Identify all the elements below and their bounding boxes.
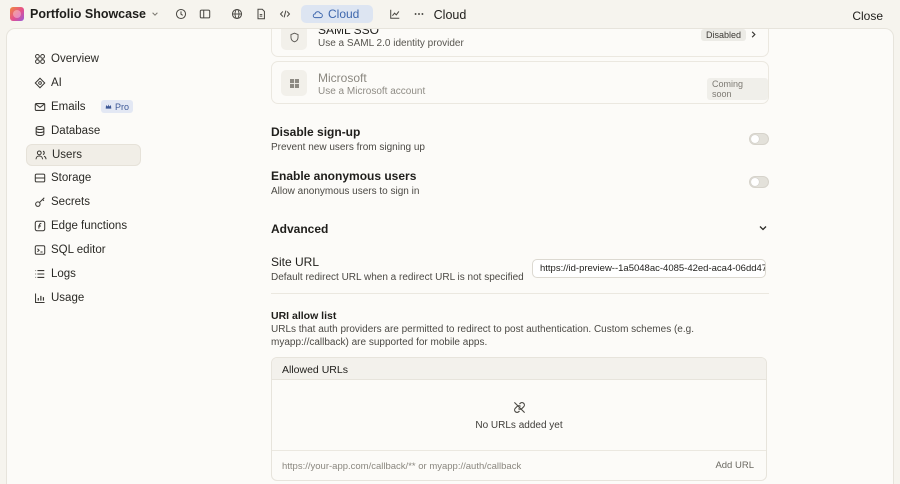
status-badge: Disabled	[701, 29, 747, 41]
shield-icon	[281, 29, 307, 50]
sidebar-item-label: Database	[51, 124, 101, 137]
key-icon	[34, 196, 46, 208]
provider-title: Microsoft	[318, 71, 367, 85]
history-icon[interactable]	[171, 4, 191, 24]
microsoft-icon	[281, 70, 307, 96]
app-logo	[10, 7, 24, 21]
sidebar-item-label: Users	[52, 148, 83, 161]
sparkle-icon	[34, 77, 46, 89]
disable-signup-description: Prevent new users from signing up	[271, 142, 425, 153]
crown-icon	[105, 103, 112, 110]
bar-chart-icon	[34, 292, 46, 304]
anonymous-users-description: Allow anonymous users to sign in	[271, 186, 420, 197]
sidebar-item-label: AI	[51, 76, 62, 89]
mail-icon	[34, 101, 46, 113]
anonymous-users-toggle[interactable]	[749, 176, 769, 188]
sidebar-item-edge-functions[interactable]: Edge functions	[26, 215, 141, 237]
function-icon	[34, 220, 46, 232]
add-url-button[interactable]: Add URL	[715, 460, 754, 471]
sidebar-item-usage[interactable]: Usage	[26, 287, 141, 309]
sidebar-item-database[interactable]: Database	[26, 120, 141, 142]
storage-icon	[34, 172, 46, 184]
empty-state-text: No URLs added yet	[475, 420, 563, 431]
sidebar-item-ai[interactable]: AI	[26, 72, 141, 94]
sidebar-toggle-icon[interactable]	[195, 4, 215, 24]
terminal-icon	[34, 244, 46, 256]
allowed-urls-table: Allowed URLs No URLs added yet Add URL	[271, 357, 767, 481]
sidebar-item-label: Secrets	[51, 196, 90, 209]
project-name[interactable]: Portfolio Showcase	[30, 7, 146, 21]
sidebar-item-users[interactable]: Users	[26, 143, 141, 166]
grid-icon	[34, 53, 46, 65]
site-url-input[interactable]: https://id-preview--1a5048ac-4085-42ed-a…	[532, 259, 766, 278]
close-button[interactable]: Close	[852, 9, 883, 23]
advanced-section-toggle[interactable]: Advanced	[271, 222, 328, 236]
more-icon[interactable]	[409, 4, 429, 24]
add-url-row: Add URL	[272, 450, 766, 480]
sidebar-item-label: Logs	[51, 268, 76, 281]
top-bar: Portfolio Showcase Cloud Cloud Close	[0, 0, 900, 28]
analytics-icon[interactable]	[385, 4, 405, 24]
sidebar-item-label: Emails	[51, 100, 86, 113]
sidebar-item-sql-editor[interactable]: SQL editor	[26, 239, 141, 261]
cloud-button-label: Cloud	[328, 7, 360, 21]
sidebar-item-label: Usage	[51, 291, 85, 304]
cloud-icon	[312, 9, 323, 20]
disable-signup-title: Disable sign-up	[271, 125, 361, 139]
anonymous-users-title: Enable anonymous users	[271, 169, 417, 183]
sidebar-item-storage[interactable]: Storage	[26, 167, 141, 189]
sidebar-item-label: SQL editor	[51, 244, 106, 257]
code-icon[interactable]	[275, 4, 295, 24]
chevron-down-icon[interactable]	[758, 223, 768, 233]
status-badge: Coming soon	[707, 78, 768, 100]
allowed-urls-header: Allowed URLs	[272, 358, 766, 380]
provider-title: SAML SSO	[318, 28, 379, 37]
provider-card-microsoft: Microsoft Use a Microsoft account Coming…	[271, 61, 769, 104]
unlink-icon	[513, 401, 526, 414]
sidebar-item-overview[interactable]: Overview	[26, 48, 141, 70]
globe-icon[interactable]	[227, 4, 247, 24]
database-icon	[34, 125, 46, 137]
add-url-input[interactable]	[282, 461, 632, 472]
logs-icon	[34, 268, 46, 280]
uri-allow-list-description: URLs that auth providers are permitted t…	[271, 324, 694, 348]
divider	[271, 293, 769, 294]
sidebar-item-logs[interactable]: Logs	[26, 263, 141, 285]
sidebar-item-secrets[interactable]: Secrets	[26, 191, 141, 213]
users-icon	[35, 149, 47, 161]
uri-allow-list-title: URI allow list	[271, 310, 337, 322]
site-url-title: Site URL	[271, 255, 320, 269]
pro-badge-label: Pro	[114, 101, 129, 112]
provider-description: Use a SAML 2.0 identity provider	[318, 38, 464, 49]
disable-signup-toggle[interactable]	[749, 133, 769, 145]
chevron-down-icon[interactable]	[151, 10, 159, 18]
sidebar: Overview AI Emails Pro Database Users St…	[26, 48, 141, 311]
sidebar-item-label: Overview	[51, 53, 99, 65]
pro-badge: Pro	[100, 100, 133, 114]
provider-card-saml[interactable]: SAML SSO Use a SAML 2.0 identity provide…	[271, 28, 769, 57]
sidebar-item-emails[interactable]: Emails Pro	[26, 96, 141, 118]
chevron-right-icon[interactable]	[749, 30, 758, 39]
document-icon[interactable]	[251, 4, 271, 24]
site-url-description: Default redirect URL when a redirect URL…	[271, 272, 524, 283]
main-panel: Overview AI Emails Pro Database Users St…	[6, 28, 894, 484]
sidebar-item-label: Edge functions	[51, 220, 128, 233]
sidebar-item-label: Storage	[51, 172, 92, 185]
provider-description: Use a Microsoft account	[318, 86, 426, 97]
cloud-button[interactable]: Cloud	[301, 5, 374, 23]
